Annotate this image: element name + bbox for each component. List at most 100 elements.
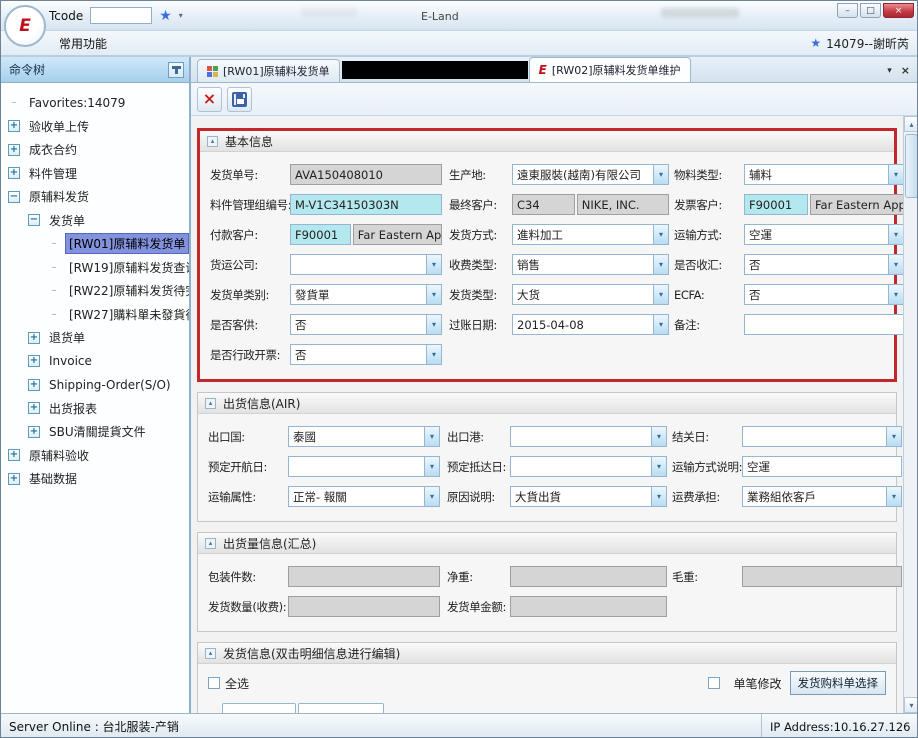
dropdown-field[interactable]: 销售▾ [512,254,669,275]
chevron-down-icon[interactable]: ▾ [651,427,666,446]
input-field[interactable]: 空運 [742,456,902,477]
dropdown-field[interactable]: 進料加工▾ [512,224,669,245]
expand-plus-icon[interactable]: + [28,426,40,438]
dropdown-field[interactable]: 否▾ [744,254,904,275]
expand-plus-icon[interactable]: + [8,473,20,485]
tab-rw01[interactable]: [RW01]原辅料发货单 [197,59,340,82]
dropdown-field[interactable]: ▾ [510,426,667,447]
chevron-down-icon[interactable]: ▾ [426,315,441,334]
chevron-down-icon[interactable]: ▾ [426,255,441,274]
select-all-checkbox[interactable] [208,677,220,689]
expand-plus-icon[interactable]: + [8,144,20,156]
tree-item[interactable]: +SBU清關提貨文件 [1,420,189,444]
collapse-icon[interactable]: ▴ [205,538,216,549]
dropdown-field[interactable]: ▾ [290,254,442,275]
expand-plus-icon[interactable]: + [28,332,40,344]
chevron-down-icon[interactable]: ▾ [888,165,903,184]
dropdown-field[interactable]: 正常- 報關▾ [288,486,440,507]
tree-item[interactable]: +验收单上传 [1,115,189,139]
tree-item[interactable]: −原辅料发货 [1,185,189,209]
dropdown-field[interactable]: 業務組依客戶▾ [742,486,902,507]
tree-item[interactable]: –[RW27]購料單未發貨待完结 [1,303,189,327]
vertical-scrollbar[interactable]: ▴ ▾ [903,116,918,713]
tcode-dropdown-icon[interactable]: ▾ [179,11,183,20]
tree-item[interactable]: –[RW22]原辅料发货待完结 [1,279,189,303]
expand-plus-icon[interactable]: + [28,355,40,367]
minimize-button[interactable]: – [837,3,858,18]
chevron-down-icon[interactable]: ▾ [886,487,901,506]
dropdown-field[interactable]: 否▾ [290,344,442,365]
dropdown-field[interactable]: 泰國▾ [288,426,440,447]
dropdown-field[interactable]: 2015-04-08▾ [512,314,669,335]
code-field[interactable]: F90001 [744,194,808,215]
dropdown-field[interactable]: 發貨單▾ [290,284,442,305]
dropdown-field[interactable]: 空運▾ [744,224,904,245]
tree-item[interactable]: +Shipping-Order(S/O) [1,373,189,397]
collapse-icon[interactable]: ▴ [205,648,216,659]
tree-item[interactable]: +原辅料验收 [1,444,189,468]
expand-plus-icon[interactable]: + [8,449,20,461]
scroll-down-icon[interactable]: ▾ [904,697,918,713]
tree-item[interactable]: +Invoice [1,350,189,374]
favorite-star-icon[interactable]: ★ [159,9,172,23]
chevron-down-icon[interactable]: ▾ [653,285,668,304]
chevron-down-icon[interactable]: ▾ [424,457,439,476]
tree-item[interactable]: –Favorites:14079 [1,91,189,115]
single-edit-checkbox[interactable] [708,677,720,689]
chevron-down-icon[interactable]: ▾ [651,457,666,476]
code-field[interactable]: M-V1C34150303N [290,194,442,215]
code-field[interactable]: F90001 [290,224,351,245]
tree-item[interactable]: +料件管理 [1,162,189,186]
chevron-down-icon[interactable]: ▾ [888,285,903,304]
chevron-down-icon[interactable]: ▾ [888,225,903,244]
chevron-down-icon[interactable]: ▾ [888,255,903,274]
tab-close-icon[interactable]: × [901,64,910,77]
tree-item[interactable]: +成衣合约 [1,138,189,162]
chevron-down-icon[interactable]: ▾ [424,427,439,446]
expand-plus-icon[interactable]: + [28,402,40,414]
tree-item[interactable]: –[RW19]原辅料发货查询 [1,256,189,280]
tree-item[interactable]: −发货单 [1,209,189,233]
chevron-down-icon[interactable]: ▾ [426,285,441,304]
dropdown-field[interactable]: ▾ [510,456,667,477]
expand-plus-icon[interactable]: + [8,167,20,179]
scrollbar-thumb[interactable] [905,134,918,198]
tab-list-dropdown-icon[interactable]: ▾ [887,66,892,76]
tcode-input[interactable] [90,7,152,24]
tab-rw02-active[interactable]: E [RW02]原辅料发货单维护 [529,57,691,82]
chevron-down-icon[interactable]: ▾ [426,345,441,364]
chevron-down-icon[interactable]: ▾ [653,315,668,334]
collapse-minus-icon[interactable]: − [8,191,20,203]
chevron-down-icon[interactable]: ▾ [886,427,901,446]
dropdown-field[interactable]: ▾ [742,426,902,447]
dropdown-field[interactable]: ▾ [288,456,440,477]
dropdown-field[interactable]: 大貨出貨▾ [510,486,667,507]
close-button[interactable]: × [883,3,914,18]
dropdown-field[interactable]: 否▾ [290,314,442,335]
save-button[interactable] [227,87,252,112]
tree-item[interactable]: +出货报表 [1,397,189,421]
scroll-up-icon[interactable]: ▴ [904,116,918,132]
dropdown-field[interactable]: 辅料▾ [744,164,904,185]
chevron-down-icon[interactable]: ▾ [653,225,668,244]
input-field[interactable] [744,314,904,335]
chevron-down-icon[interactable]: ▾ [653,255,668,274]
collapse-icon[interactable]: ▴ [207,136,218,147]
menu-common-functions[interactable]: 常用功能 [49,33,117,54]
dropdown-field[interactable]: 否▾ [744,284,904,305]
tree-item[interactable]: +基础数据 [1,467,189,491]
dropdown-field[interactable]: 遠東服裝(越南)有限公司▾ [512,164,669,185]
collapse-minus-icon[interactable]: − [28,214,40,226]
tree-item[interactable]: –[RW01]原辅料发货单 [1,232,189,256]
expand-plus-icon[interactable]: + [28,379,40,391]
chevron-down-icon[interactable]: ▾ [424,487,439,506]
pin-icon[interactable] [168,62,184,78]
po-select-button[interactable]: 发货购料单选择 [790,671,887,695]
tree-item[interactable]: +退货单 [1,326,189,350]
cancel-button[interactable]: × [197,87,222,112]
chevron-down-icon[interactable]: ▾ [651,487,666,506]
chevron-down-icon[interactable]: ▾ [653,165,668,184]
expand-plus-icon[interactable]: + [8,120,20,132]
collapse-icon[interactable]: ▴ [205,398,216,409]
maximize-button[interactable]: □ [860,3,881,18]
